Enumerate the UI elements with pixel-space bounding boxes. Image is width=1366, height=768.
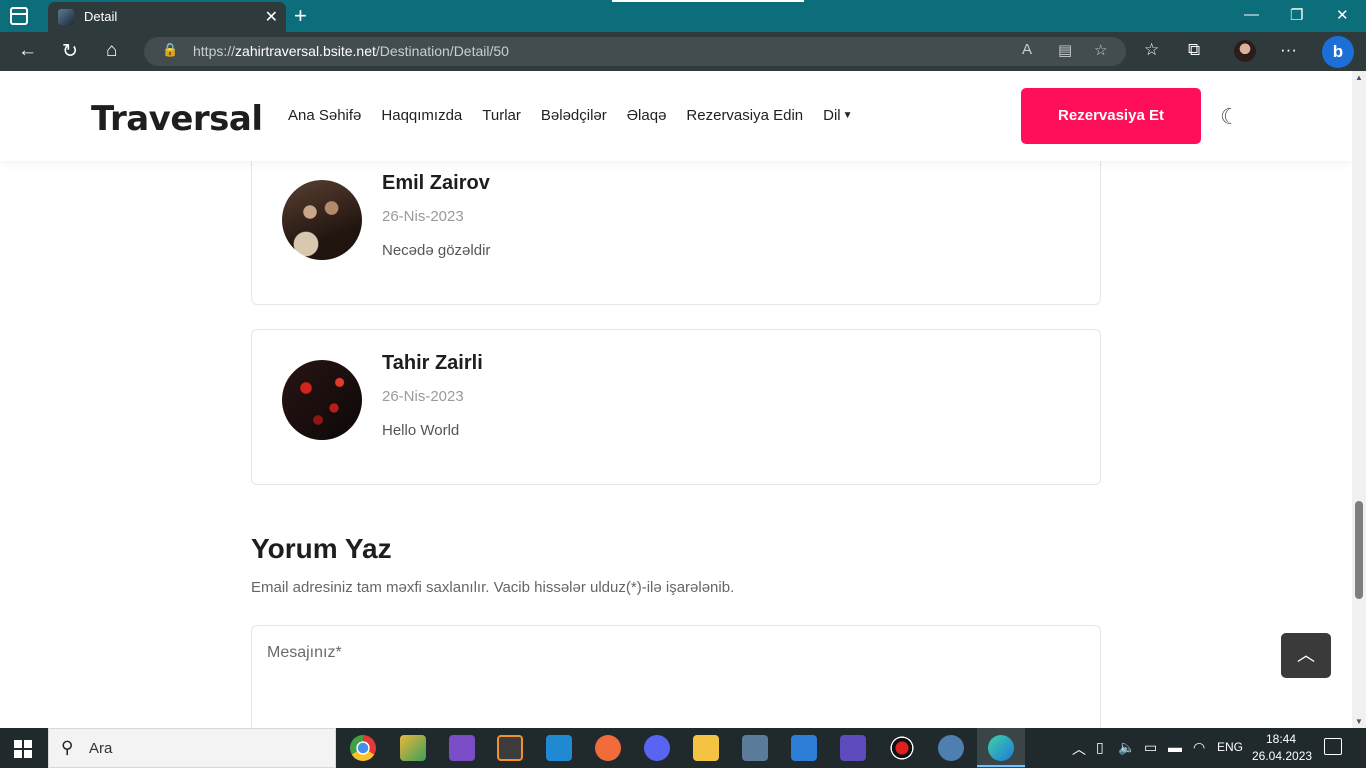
- usb-icon[interactable]: ▯: [1096, 739, 1104, 756]
- discord-icon[interactable]: [644, 735, 670, 761]
- nav-about[interactable]: Haqqımızda: [381, 107, 462, 124]
- nav-reservation[interactable]: Rezervasiya Edin: [686, 107, 803, 124]
- favorites-icon[interactable]: ☆: [1144, 40, 1159, 60]
- url-text[interactable]: https://zahirtraversal.bsite.net/Destina…: [193, 43, 509, 59]
- profile-avatar[interactable]: [1234, 40, 1256, 62]
- restore-icon[interactable]: ❐: [1290, 6, 1303, 24]
- new-tab-icon[interactable]: +: [294, 3, 307, 29]
- vscode-icon[interactable]: [546, 735, 572, 761]
- scroll-down-icon[interactable]: ▼: [1355, 717, 1363, 726]
- url-prefix: https://: [193, 43, 236, 59]
- nav-language-label: Dil: [823, 107, 841, 124]
- dev-tool-icon[interactable]: [400, 735, 426, 761]
- nav-language-dropdown[interactable]: Dil ▼: [823, 107, 852, 124]
- search-icon: ⚲: [61, 738, 74, 757]
- url-host: zahirtraversal.bsite.net: [235, 43, 376, 59]
- nav-guides[interactable]: Bələdçilər: [541, 107, 607, 124]
- taskbar-search[interactable]: ⚲ Ara: [48, 728, 336, 768]
- lock-icon[interactable]: 🔒: [162, 42, 178, 58]
- clock-time[interactable]: 18:44: [1266, 732, 1296, 746]
- read-aloud-icon[interactable]: A: [1022, 41, 1032, 58]
- main-nav: Ana Səhifə Haqqımızda Turlar Bələdçilər …: [288, 107, 853, 124]
- taskbar-search-placeholder: Ara: [89, 740, 113, 757]
- comment-date: 26-Nis-2023: [382, 388, 464, 405]
- comment-card: Tahir Zairli 26-Nis-2023 Hello World: [251, 329, 1101, 485]
- nav-tours[interactable]: Turlar: [482, 107, 521, 124]
- comment-text: Hello World: [382, 422, 460, 439]
- clock-date[interactable]: 26.04.2023: [1252, 749, 1312, 763]
- chrome-icon[interactable]: [350, 735, 376, 761]
- notification-icon[interactable]: [1324, 738, 1342, 755]
- scrollbar-thumb[interactable]: [1355, 501, 1363, 599]
- file-explorer-icon[interactable]: [693, 735, 719, 761]
- chevron-up-icon[interactable]: ︿: [1072, 739, 1086, 759]
- commenter-avatar: [282, 360, 362, 440]
- display-icon[interactable]: ▭: [1144, 739, 1157, 756]
- add-favorite-icon[interactable]: ☆: [1094, 41, 1107, 59]
- page-viewport: Traversal Ana Səhifə Haqqımızda Turlar B…: [0, 71, 1352, 728]
- site-logo[interactable]: Traversal: [91, 99, 263, 139]
- visual-studio-icon[interactable]: [449, 735, 475, 761]
- site-favicon-icon: [58, 9, 74, 25]
- commenter-name: Emil Zairov: [382, 172, 490, 194]
- back-icon[interactable]: ←: [18, 40, 37, 62]
- refresh-icon[interactable]: ↻: [62, 40, 78, 63]
- address-bar[interactable]: 🔒 https://zahirtraversal.bsite.net/Desti…: [144, 37, 1126, 66]
- commenter-name: Tahir Zairli: [382, 352, 483, 374]
- sublime-text-icon[interactable]: [497, 735, 523, 761]
- language-indicator[interactable]: ENG: [1217, 740, 1243, 754]
- app-icon[interactable]: [840, 735, 866, 761]
- close-tab-icon[interactable]: ✕: [265, 7, 278, 27]
- close-window-icon[interactable]: ✕: [1336, 6, 1349, 24]
- privacy-note: Email adresiniz tam məxfi saxlanılır. Va…: [251, 579, 735, 596]
- browser-tab-bar: Detail ✕ + — ❐ ✕: [0, 0, 1366, 32]
- url-path: /Destination/Detail/50: [375, 43, 509, 59]
- commenter-avatar: [282, 180, 362, 260]
- window-drag-region: [612, 0, 804, 2]
- message-input[interactable]: [251, 625, 1101, 728]
- remote-desktop-icon[interactable]: [742, 735, 768, 761]
- browser-toolbar: ← ↻ ⌂ 🔒 https://zahirtraversal.bsite.net…: [0, 32, 1366, 71]
- site-header: Traversal Ana Səhifə Haqqımızda Turlar B…: [0, 71, 1352, 161]
- scroll-to-top-button[interactable]: ︿: [1281, 633, 1331, 678]
- chevron-down-icon: ▼: [842, 110, 853, 121]
- nav-home[interactable]: Ana Səhifə: [288, 107, 361, 124]
- reserve-button[interactable]: Rezervasiya Et: [1021, 88, 1201, 144]
- volume-icon[interactable]: 🔈: [1118, 739, 1135, 756]
- recorder-icon[interactable]: [889, 735, 915, 761]
- edge-icon[interactable]: [977, 735, 1025, 767]
- write-comment-title: Yorum Yaz: [251, 533, 392, 564]
- browser-tab[interactable]: Detail ✕: [48, 2, 286, 32]
- tab-actions-icon[interactable]: [10, 7, 28, 25]
- bing-chat-icon[interactable]: b: [1322, 36, 1354, 68]
- pgadmin-icon[interactable]: [938, 735, 964, 761]
- wifi-icon[interactable]: ◠: [1193, 739, 1205, 756]
- scroll-up-icon[interactable]: ▲: [1355, 73, 1363, 82]
- immersive-reader-icon[interactable]: ▤: [1058, 41, 1072, 59]
- home-icon[interactable]: ⌂: [106, 40, 117, 62]
- more-icon[interactable]: ···: [1280, 40, 1297, 60]
- mail-icon[interactable]: [791, 735, 817, 761]
- battery-icon[interactable]: ▬: [1168, 739, 1182, 755]
- windows-taskbar: ⚲ Ara ︿ ▯ 🔈 ▭ ▬ ◠ ENG 18:44 26.04.2023: [0, 728, 1366, 768]
- tab-title: Detail: [84, 9, 118, 24]
- nav-contact[interactable]: Əlaqə: [627, 107, 667, 124]
- comment-date: 26-Nis-2023: [382, 208, 464, 225]
- collections-icon[interactable]: ⧉: [1188, 40, 1200, 60]
- comment-text: Necədə gözəldir: [382, 242, 491, 259]
- comment-card: Emil Zairov 26-Nis-2023 Necədə gözəldir: [251, 149, 1101, 305]
- postman-icon[interactable]: [595, 735, 621, 761]
- dark-mode-toggle-icon[interactable]: ☾: [1220, 104, 1240, 130]
- windows-start-icon[interactable]: [14, 740, 32, 758]
- minimize-icon[interactable]: —: [1244, 6, 1259, 23]
- page-scrollbar[interactable]: ▲ ▼: [1352, 71, 1366, 728]
